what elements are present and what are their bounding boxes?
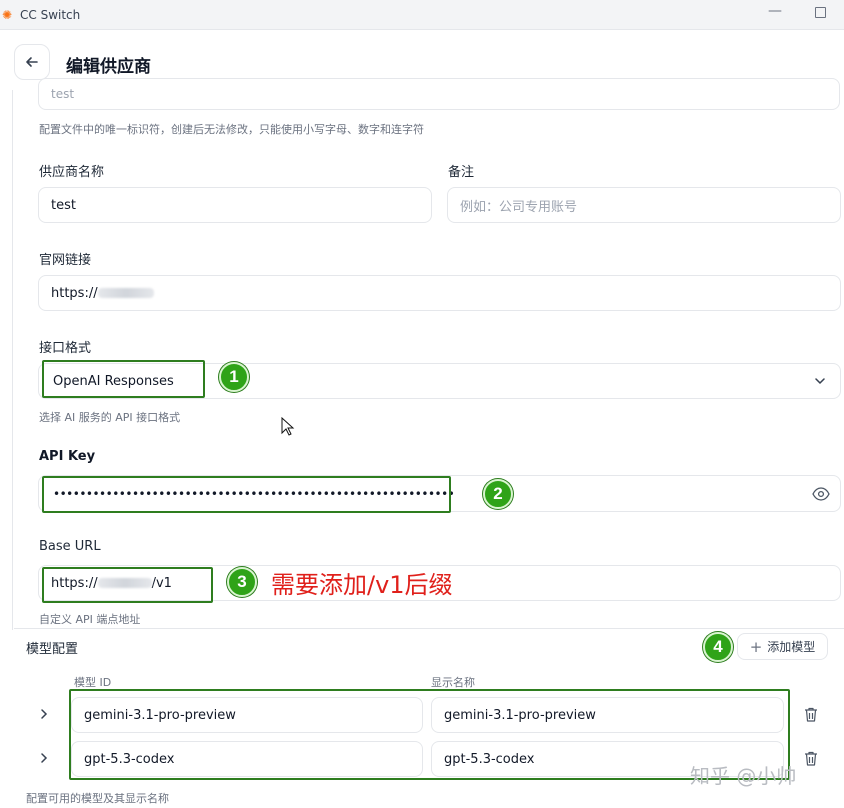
mouse-cursor-icon (281, 417, 295, 436)
website-blurred-domain (97, 288, 154, 298)
provider-id-hint: 配置文件中的唯一标识符，创建后无法修改，只能使用小写字母、数字和连字符 (39, 123, 424, 136)
provider-id-value: test (51, 87, 75, 101)
base-url-hint: 自定义 API 端点地址 (39, 613, 141, 626)
maximize-icon[interactable] (815, 7, 826, 18)
notes-label: 备注 (448, 165, 475, 180)
provider-name-label: 供应商名称 (39, 165, 105, 180)
chevron-right-icon[interactable] (39, 708, 49, 720)
provider-name-value: test (51, 197, 76, 213)
model-config-hint: 配置可用的模型及其显示名称 (26, 792, 169, 805)
app-logo-icon: ✺ (2, 8, 13, 22)
notes-placeholder: 例如：公司专用账号 (460, 199, 578, 215)
notes-input[interactable]: 例如：公司专用账号 (447, 187, 841, 223)
plus-icon: + (749, 637, 763, 656)
model-id-column-header: 模型 ID (74, 676, 112, 689)
base-url-annotation-note: 需要添加/v1后缀 (271, 571, 453, 599)
annotation-box-base-url (42, 567, 213, 603)
watermark: 知乎 @小帅 (690, 764, 797, 788)
annotation-box-api-format (42, 360, 205, 398)
window-titlebar (0, 0, 844, 30)
model-config-title: 模型配置 (26, 642, 79, 657)
api-format-hint: 选择 AI 服务的 API 接口格式 (39, 411, 181, 424)
annotation-badge-4: 4 (703, 632, 733, 662)
chevron-right-icon[interactable] (39, 752, 49, 764)
provider-name-input[interactable]: test (38, 187, 432, 223)
annotation-badge-3: 3 (227, 567, 257, 597)
annotation-box-api-key (42, 476, 451, 513)
website-input[interactable]: https:// (38, 275, 841, 311)
back-button[interactable] (14, 44, 50, 80)
api-key-label: API Key (39, 449, 96, 464)
window-title: CC Switch (20, 8, 81, 22)
chevron-down-icon (815, 378, 825, 385)
annotation-badge-2: 2 (483, 479, 513, 509)
api-format-label: 接口格式 (39, 341, 92, 356)
base-url-label: Base URL (39, 539, 101, 554)
annotation-badge-1: 1 (219, 362, 249, 392)
trash-icon[interactable] (804, 751, 818, 766)
provider-id-input[interactable]: test (38, 78, 840, 110)
annotation-box-models (69, 689, 790, 780)
eye-icon[interactable] (812, 487, 830, 501)
page-title: 编辑供应商 (66, 57, 151, 77)
add-model-button[interactable]: + 添加模型 (737, 633, 828, 660)
arrow-left-icon (26, 57, 38, 67)
model-name-column-header: 显示名称 (431, 676, 475, 689)
website-label: 官网链接 (39, 253, 92, 268)
add-model-label: 添加模型 (767, 640, 816, 654)
trash-icon[interactable] (804, 707, 818, 722)
website-value-prefix: https:// (51, 285, 98, 301)
minimize-icon[interactable]: — (768, 3, 782, 19)
